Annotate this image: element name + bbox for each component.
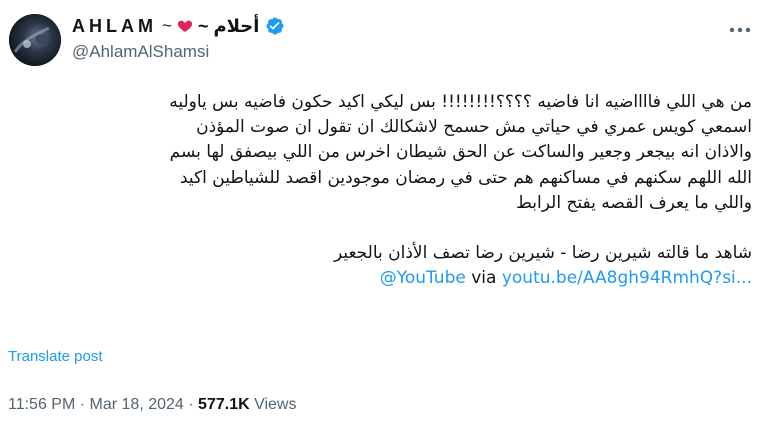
translate-post-link[interactable]: Translate post: [8, 348, 103, 365]
avatar-image: [9, 14, 61, 66]
tweet-date[interactable]: Mar 18, 2024: [90, 396, 184, 413]
more-options-icon[interactable]: [726, 20, 754, 40]
tweet-metadata: 11:56 PM · Mar 18, 2024 · 577.1K Views: [8, 396, 296, 414]
tweet-text-line: اسمعي كويس عمري في حياتي مش حسمح لاشكالك…: [196, 117, 752, 138]
tweet-text-line: والاذان انه بيجعر وجعير والساكت عن الحق …: [169, 142, 752, 163]
tweet-text: من هي اللي فااااضيه انا فاضيه ؟؟؟؟!!!!!!…: [14, 90, 752, 292]
views-label: Views: [254, 396, 297, 413]
display-name-arabic[interactable]: أحلام ~: [198, 16, 260, 37]
user-handle[interactable]: @AhlamAlShamsi: [72, 42, 209, 62]
meta-separator: ·: [79, 396, 86, 413]
verified-badge-icon[interactable]: [265, 16, 285, 36]
display-name-row[interactable]: AHLAM ~ أحلام ~: [72, 13, 285, 39]
tweet-time[interactable]: 11:56 PM: [8, 396, 75, 413]
tweet-text-line: الله اللهم سكنهم في مساكنهم هم حتى في رم…: [180, 167, 752, 188]
share-title-line: شاهد ما قالته شيرين رضا - شيرين رضا تصف …: [333, 243, 752, 264]
meta-separator: ·: [188, 396, 194, 413]
red-heart-icon: [177, 18, 193, 34]
via-text: via: [471, 268, 497, 289]
youtube-mention-link[interactable]: @YouTube: [380, 268, 466, 288]
avatar[interactable]: [9, 14, 61, 66]
tweet-text-line: واللي ما يعرف القصه يفتح الرابط: [516, 192, 752, 213]
tweet-text-line: من هي اللي فااااضيه انا فاضيه ؟؟؟؟!!!!!!…: [169, 92, 752, 112]
display-name-tilde: ~: [162, 16, 172, 35]
views-count[interactable]: 577.1K: [198, 396, 250, 413]
share-link-line: @YouTube via youtu.be/AA8gh94RmhQ?si...: [14, 266, 752, 291]
youtube-url-link[interactable]: youtu.be/AA8gh94RmhQ?si...: [502, 268, 752, 288]
display-name-latin[interactable]: AHLAM: [72, 16, 157, 37]
